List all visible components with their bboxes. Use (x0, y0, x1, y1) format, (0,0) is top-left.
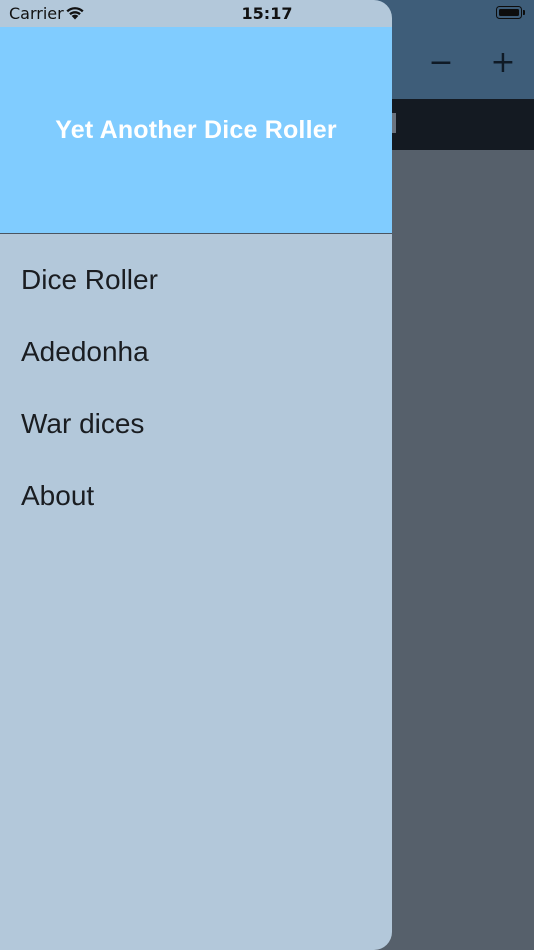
background-strip-mark (392, 113, 396, 133)
status-time: 15:17 (241, 4, 293, 23)
drawer-menu: Dice Roller Adedonha War dices About (0, 244, 392, 532)
navigation-drawer: Carrier Yet Another Dice Roller Dice Rol… (0, 0, 392, 950)
menu-item-about[interactable]: About (0, 460, 392, 532)
menu-item-dice-roller[interactable]: Dice Roller (0, 244, 392, 316)
menu-item-war-dices[interactable]: War dices (0, 388, 392, 460)
menu-item-adedonha[interactable]: Adedonha (0, 316, 392, 388)
remove-dice-button[interactable]: − (424, 46, 458, 80)
drawer-title: Yet Another Dice Roller (55, 115, 337, 144)
drawer-header: Yet Another Dice Roller (0, 27, 392, 234)
add-dice-button[interactable]: + (486, 46, 520, 80)
